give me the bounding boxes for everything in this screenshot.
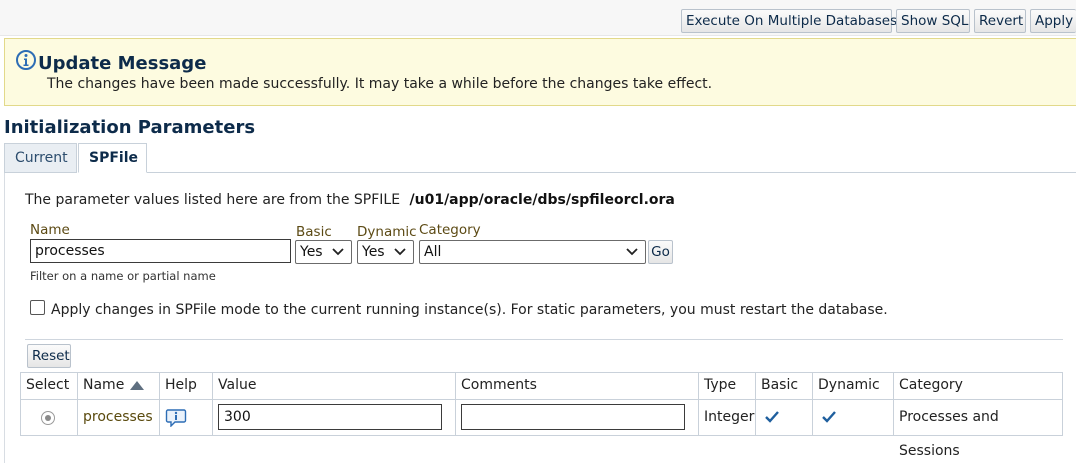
name-filter-input[interactable]: processes (30, 239, 291, 263)
revert-button[interactable]: Revert (974, 9, 1026, 33)
row-select-cell (21, 400, 78, 436)
chevron-down-icon (394, 248, 406, 256)
basic-filter-select[interactable]: Yes (295, 240, 352, 264)
chevron-down-icon (626, 248, 638, 256)
chevron-down-icon (332, 248, 344, 256)
go-button[interactable]: Go (648, 240, 673, 264)
update-message-box: Update Message The changes have been mad… (4, 38, 1076, 106)
reset-button[interactable]: Reset (27, 344, 71, 368)
row-category-cell: Processes and Sessions (899, 409, 999, 459)
column-header-comments: Comments (456, 373, 699, 399)
name-filter-hint: Filter on a name or partial name (30, 269, 216, 283)
row-type-cell: Integer (699, 400, 756, 436)
checkmark-icon (822, 411, 836, 423)
category-filter-value: All (424, 244, 442, 260)
category-filter-label: Category (419, 222, 481, 238)
row-help-cell (160, 400, 213, 436)
column-header-basic: Basic (756, 373, 813, 399)
column-header-select: Select (21, 373, 78, 399)
dynamic-filter-value: Yes (362, 244, 385, 260)
basic-filter-value: Yes (300, 244, 323, 260)
separator (25, 339, 1063, 340)
info-icon (16, 50, 36, 70)
apply-spfile-label: Apply changes in SPFile mode to the curr… (51, 302, 888, 318)
panel-border (4, 173, 5, 463)
parameters-table: Select Name Help Value Comments Type Bas… (20, 372, 1063, 459)
column-header-name-label: Name (83, 377, 125, 393)
column-header-category: Category (894, 373, 1062, 399)
checkmark-icon (765, 411, 779, 423)
apply-button[interactable]: Apply (1030, 9, 1076, 33)
column-header-name[interactable]: Name (78, 373, 160, 399)
tab-current[interactable]: Current (4, 143, 77, 173)
category-filter-select[interactable]: All (419, 240, 646, 264)
message-title: Update Message (38, 53, 207, 74)
row-basic-cell (756, 400, 813, 436)
tab-divider (147, 172, 1076, 173)
dynamic-filter-label: Dynamic (357, 224, 417, 240)
column-header-value: Value (213, 373, 456, 399)
apply-spfile-checkbox[interactable] (30, 300, 45, 315)
name-filter-label: Name (30, 222, 70, 238)
row-value-cell: 300 (213, 400, 456, 436)
row-comments-cell (456, 400, 699, 436)
tab-spfile[interactable]: SPFile (78, 143, 147, 173)
page-title: Initialization Parameters (4, 117, 256, 138)
show-sql-button[interactable]: Show SQL (896, 9, 970, 33)
row-dynamic-cell (813, 400, 894, 436)
basic-filter-label: Basic (296, 224, 332, 240)
sort-ascending-icon (130, 381, 144, 390)
parameter-value-input[interactable]: 300 (218, 404, 442, 430)
parameter-name-link[interactable]: processes (83, 409, 153, 425)
message-text: The changes have been made successfully.… (47, 76, 713, 92)
execute-multiple-databases-button[interactable]: Execute On Multiple Databases (681, 9, 897, 33)
spfile-info-text: The parameter values listed here are fro… (25, 192, 401, 208)
dynamic-filter-select[interactable]: Yes (357, 240, 414, 264)
column-header-type: Type (699, 373, 756, 399)
row-select-radio[interactable] (41, 411, 55, 425)
help-info-icon[interactable] (165, 407, 187, 427)
parameter-comments-input[interactable] (461, 404, 685, 430)
spfile-info: The parameter values listed here are fro… (25, 192, 675, 208)
spfile-path: /u01/app/oracle/dbs/spfileorcl.ora (409, 192, 675, 208)
column-header-dynamic: Dynamic (813, 373, 894, 399)
column-header-help: Help (160, 373, 213, 399)
top-toolbar: Execute On Multiple Databases Show SQL R… (0, 0, 1076, 36)
row-name-cell: processes (78, 400, 160, 436)
